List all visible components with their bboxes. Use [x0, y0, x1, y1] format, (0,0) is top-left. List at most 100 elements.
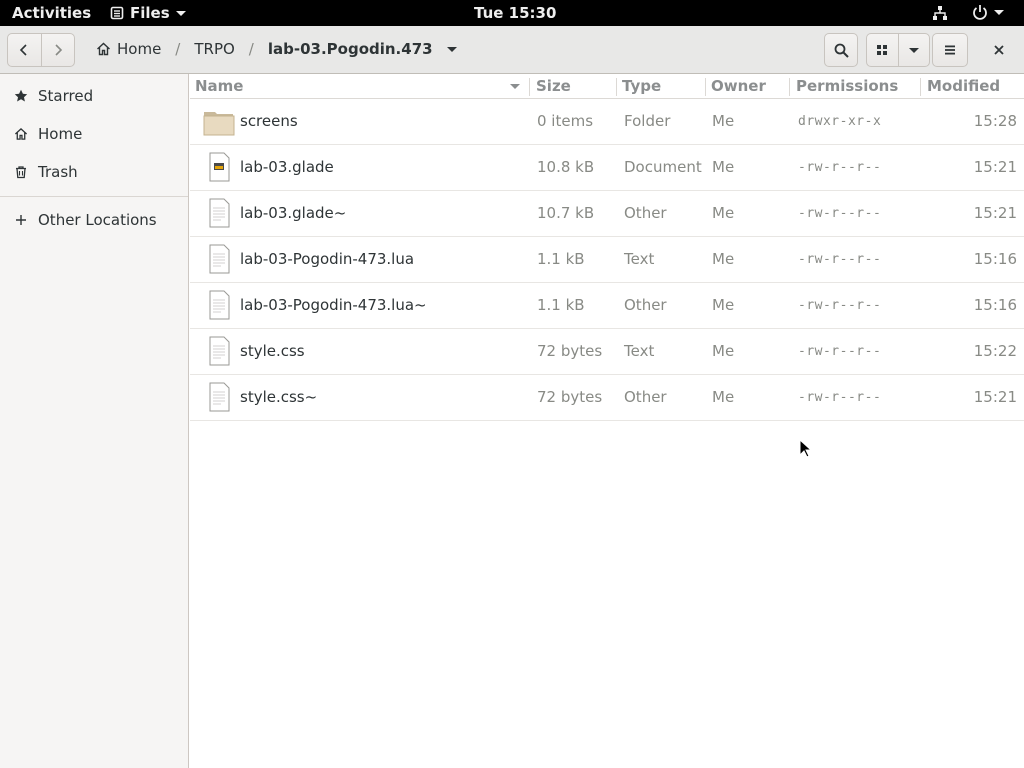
- file-modified: 15:28: [973, 112, 1017, 130]
- breadcrumb-separator: /: [248, 40, 254, 58]
- column-divider: [705, 78, 706, 96]
- folder-icon: [203, 112, 235, 136]
- breadcrumb-label: lab-03.Pogodin.473: [267, 40, 433, 58]
- file-row[interactable]: lab-03-Pogodin-473.lua~ 1.1 kB Other Me …: [190, 283, 1024, 329]
- file-row[interactable]: lab-03.glade 10.8 kB Document Me -rw-r--…: [190, 145, 1024, 191]
- top-bar: Activities Files Tue 15:30: [0, 0, 1024, 26]
- file-permissions: -rw-r--r--: [798, 160, 882, 175]
- sidebar-item-trash[interactable]: Trash: [0, 153, 188, 191]
- file-permissions: -rw-r--r--: [798, 390, 882, 405]
- file-name: style.css~: [240, 388, 318, 406]
- file-owner: Me: [712, 204, 735, 222]
- sidebar-item-starred[interactable]: Starred: [0, 77, 188, 115]
- column-name[interactable]: Name: [195, 77, 243, 95]
- column-permissions[interactable]: Permissions: [796, 77, 898, 95]
- file-row[interactable]: screens 0 items Folder Me drwxr-xr-x 15:…: [190, 99, 1024, 145]
- column-modified[interactable]: Modified: [927, 77, 1000, 95]
- star-icon: [14, 89, 28, 102]
- home-icon: [14, 127, 28, 140]
- activities-button[interactable]: Activities: [12, 4, 91, 22]
- file-type: Other: [624, 296, 667, 314]
- file-type: Text: [624, 250, 655, 268]
- file-name: style.css: [240, 342, 305, 360]
- file-type: Other: [624, 204, 667, 222]
- file-size: 1.1 kB: [537, 250, 585, 268]
- chevron-right-icon: [55, 44, 63, 56]
- file-modified: 15:22: [973, 342, 1017, 360]
- trash-icon: [16, 166, 26, 179]
- mouse-pointer-icon: [799, 439, 813, 458]
- file-modified: 15:21: [973, 158, 1017, 176]
- search-icon: [834, 43, 849, 58]
- files-app-icon: [110, 6, 124, 20]
- file-modified: 15:16: [973, 296, 1017, 314]
- sidebar-item-label: Trash: [38, 163, 78, 181]
- app-menu[interactable]: Files: [110, 4, 186, 22]
- file-size: 0 items: [537, 112, 594, 130]
- sidebar: Starred Home Trash Other Locations: [0, 74, 189, 768]
- network-icon[interactable]: [932, 5, 948, 21]
- back-button[interactable]: [8, 34, 41, 66]
- file-modified: 15:16: [973, 250, 1017, 268]
- chevron-down-icon: [994, 9, 1004, 15]
- sort-descending-icon: [510, 84, 520, 89]
- breadcrumb-current[interactable]: lab-03.Pogodin.473: [268, 40, 457, 58]
- grid-view-button[interactable]: [867, 34, 898, 66]
- sidebar-item-label: Starred: [38, 87, 94, 105]
- file-permissions: -rw-r--r--: [798, 206, 882, 221]
- file-owner: Me: [712, 158, 735, 176]
- column-type[interactable]: Type: [622, 77, 661, 95]
- system-menu[interactable]: [972, 4, 1004, 20]
- column-divider: [920, 78, 921, 96]
- view-toggle: [866, 33, 930, 67]
- file-type: Other: [624, 388, 667, 406]
- file-modified: 15:21: [973, 388, 1017, 406]
- close-icon: [994, 45, 1004, 55]
- file-permissions: -rw-r--r--: [798, 298, 882, 313]
- search-button[interactable]: [824, 33, 858, 67]
- file-size: 1.1 kB: [537, 296, 585, 314]
- forward-button[interactable]: [40, 34, 74, 66]
- menu-button[interactable]: [932, 33, 968, 67]
- header-bar: Home / TRPO / lab-03.Pogodin.473: [0, 26, 1024, 74]
- chevron-down-icon: [446, 46, 457, 52]
- file-size: 10.8 kB: [537, 158, 595, 176]
- file-icon: [209, 382, 230, 412]
- file-name: lab-03-Pogodin-473.lua: [240, 250, 415, 268]
- sidebar-item-other-locations[interactable]: Other Locations: [0, 201, 188, 239]
- file-row[interactable]: lab-03-Pogodin-473.lua 1.1 kB Text Me -r…: [190, 237, 1024, 283]
- file-name: lab-03.glade: [240, 158, 334, 176]
- clock[interactable]: Tue 15:30: [474, 4, 556, 22]
- column-owner[interactable]: Owner: [711, 77, 766, 95]
- file-name: lab-03-Pogodin-473.lua~: [240, 296, 427, 314]
- file-type: Text: [624, 342, 655, 360]
- app-menu-label: Files: [130, 4, 170, 22]
- file-size: 72 bytes: [537, 388, 603, 406]
- home-icon: [97, 42, 110, 56]
- sidebar-item-home[interactable]: Home: [0, 115, 188, 153]
- file-list: Name Size Type Owner Permissions Modifie…: [190, 74, 1024, 768]
- file-permissions: -rw-r--r--: [798, 252, 882, 267]
- sidebar-item-label: Other Locations: [38, 211, 157, 229]
- file-icon: [209, 198, 230, 228]
- view-options-button[interactable]: [897, 34, 930, 66]
- file-row[interactable]: lab-03.glade~ 10.7 kB Other Me -rw-r--r-…: [190, 191, 1024, 237]
- breadcrumb-home[interactable]: Home: [96, 40, 161, 58]
- breadcrumb: Home / TRPO / lab-03.Pogodin.473: [96, 40, 457, 58]
- hamburger-icon: [945, 45, 955, 55]
- file-size: 10.7 kB: [537, 204, 595, 222]
- file-name: lab-03.glade~: [240, 204, 347, 222]
- file-owner: Me: [712, 388, 735, 406]
- breadcrumb-trpo[interactable]: TRPO: [194, 40, 234, 58]
- column-size[interactable]: Size: [536, 77, 571, 95]
- plus-icon: [16, 215, 26, 225]
- glade-document-icon: [209, 152, 230, 182]
- file-row[interactable]: style.css 72 bytes Text Me -rw-r--r-- 15…: [190, 329, 1024, 375]
- file-row[interactable]: style.css~ 72 bytes Other Me -rw-r--r-- …: [190, 375, 1024, 421]
- chevron-down-icon: [908, 47, 919, 53]
- column-divider: [789, 78, 790, 96]
- close-button[interactable]: [982, 33, 1016, 67]
- file-type: Document: [624, 158, 702, 176]
- file-permissions: drwxr-xr-x: [798, 114, 882, 129]
- breadcrumb-label: TRPO: [194, 40, 235, 58]
